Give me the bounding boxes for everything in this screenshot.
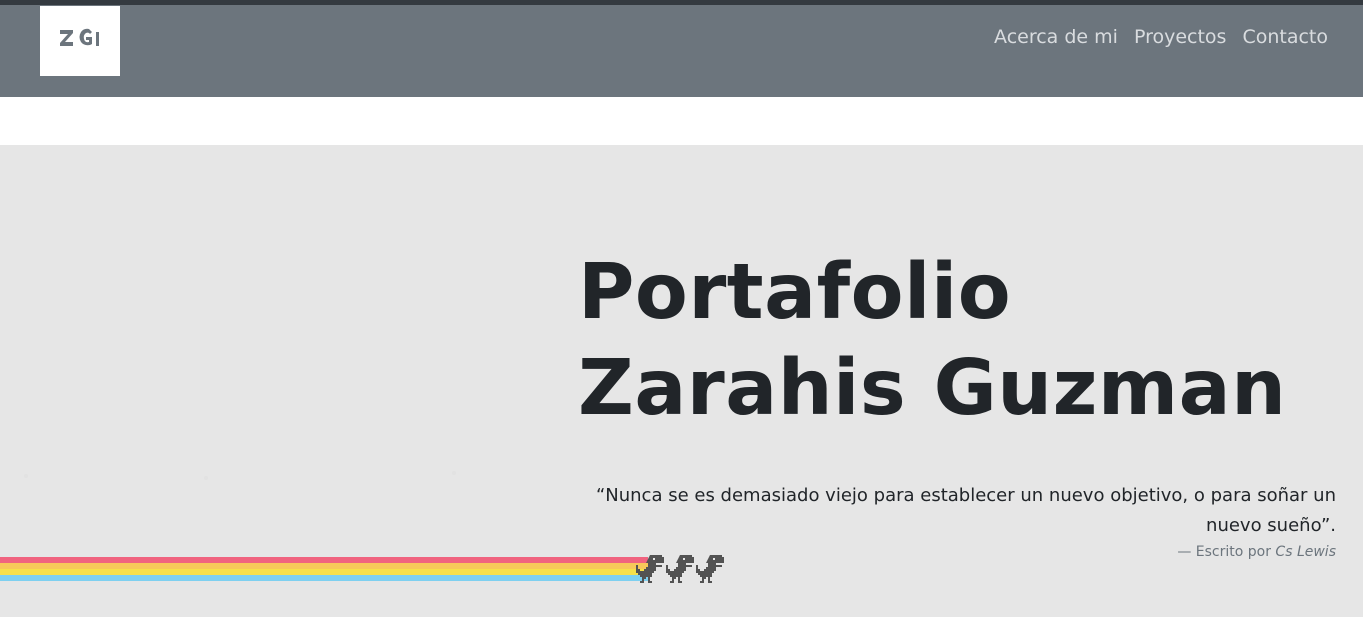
nav-link-proyectos[interactable]: Proyectos bbox=[1134, 23, 1227, 51]
dinosaur-icon bbox=[696, 553, 724, 585]
quote-citation: — Escrito por Cs Lewis bbox=[1177, 542, 1336, 562]
hero-section: Portafolio Zarahis Guzman “Nunca se es d… bbox=[0, 145, 1363, 617]
navbar: Acerca de mi Proyectos Contacto bbox=[0, 5, 1363, 97]
nav-link-acerca[interactable]: Acerca de mi bbox=[994, 23, 1118, 51]
site-logo[interactable] bbox=[40, 6, 120, 76]
title-line-2: Zarahis Guzman bbox=[578, 344, 1287, 433]
quote-text: “Nunca se es demasiado viejo para establ… bbox=[595, 485, 1336, 536]
citation-author: Cs Lewis bbox=[1275, 544, 1336, 560]
title-line-1: Portafolio bbox=[578, 248, 1012, 337]
background-dot bbox=[452, 471, 456, 475]
rainbow-stripe-blue bbox=[0, 575, 648, 581]
dinosaur-icon bbox=[636, 553, 664, 585]
logo-mark bbox=[60, 28, 99, 46]
citation-prefix: — Escrito por bbox=[1177, 544, 1271, 560]
dinosaur-icon bbox=[666, 553, 694, 585]
page-title: Portafolio Zarahis Guzman bbox=[578, 245, 1286, 437]
background-dot bbox=[204, 476, 208, 480]
dino-group bbox=[636, 553, 724, 585]
main-nav: Acerca de mi Proyectos Contacto bbox=[994, 23, 1328, 51]
rainbow-trail bbox=[0, 557, 648, 585]
nav-link-contacto[interactable]: Contacto bbox=[1242, 23, 1328, 51]
background-dot bbox=[24, 474, 28, 478]
